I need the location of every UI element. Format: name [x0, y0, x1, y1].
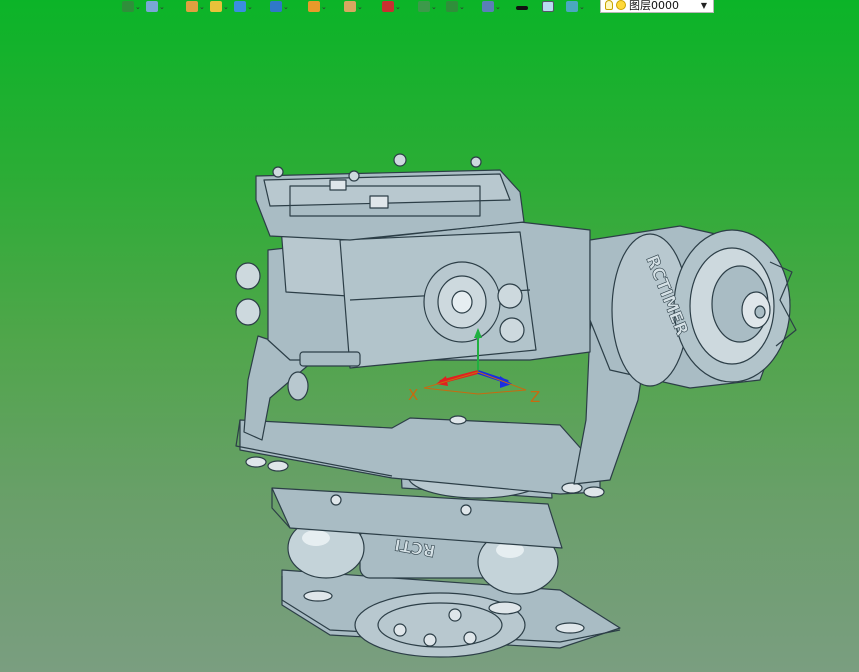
x-axis-label: X — [408, 386, 418, 404]
gimbal-model[interactable]: RCTIMER RCTI X Z — [0, 0, 859, 672]
bottom-mount-plate — [281, 569, 621, 658]
z-axis-label: Z — [530, 388, 540, 406]
roll-motor — [589, 225, 797, 389]
xz-plane-outline — [423, 371, 527, 395]
3d-viewport[interactable]: ⌄ ⌄ ⌄ ⌄ ⌄ ⌄ ⌄ ⌄ ⌄ ⌄ ⌄ ⌄ ⌄ 图层0000 ▼ RCTIM… — [0, 0, 859, 672]
